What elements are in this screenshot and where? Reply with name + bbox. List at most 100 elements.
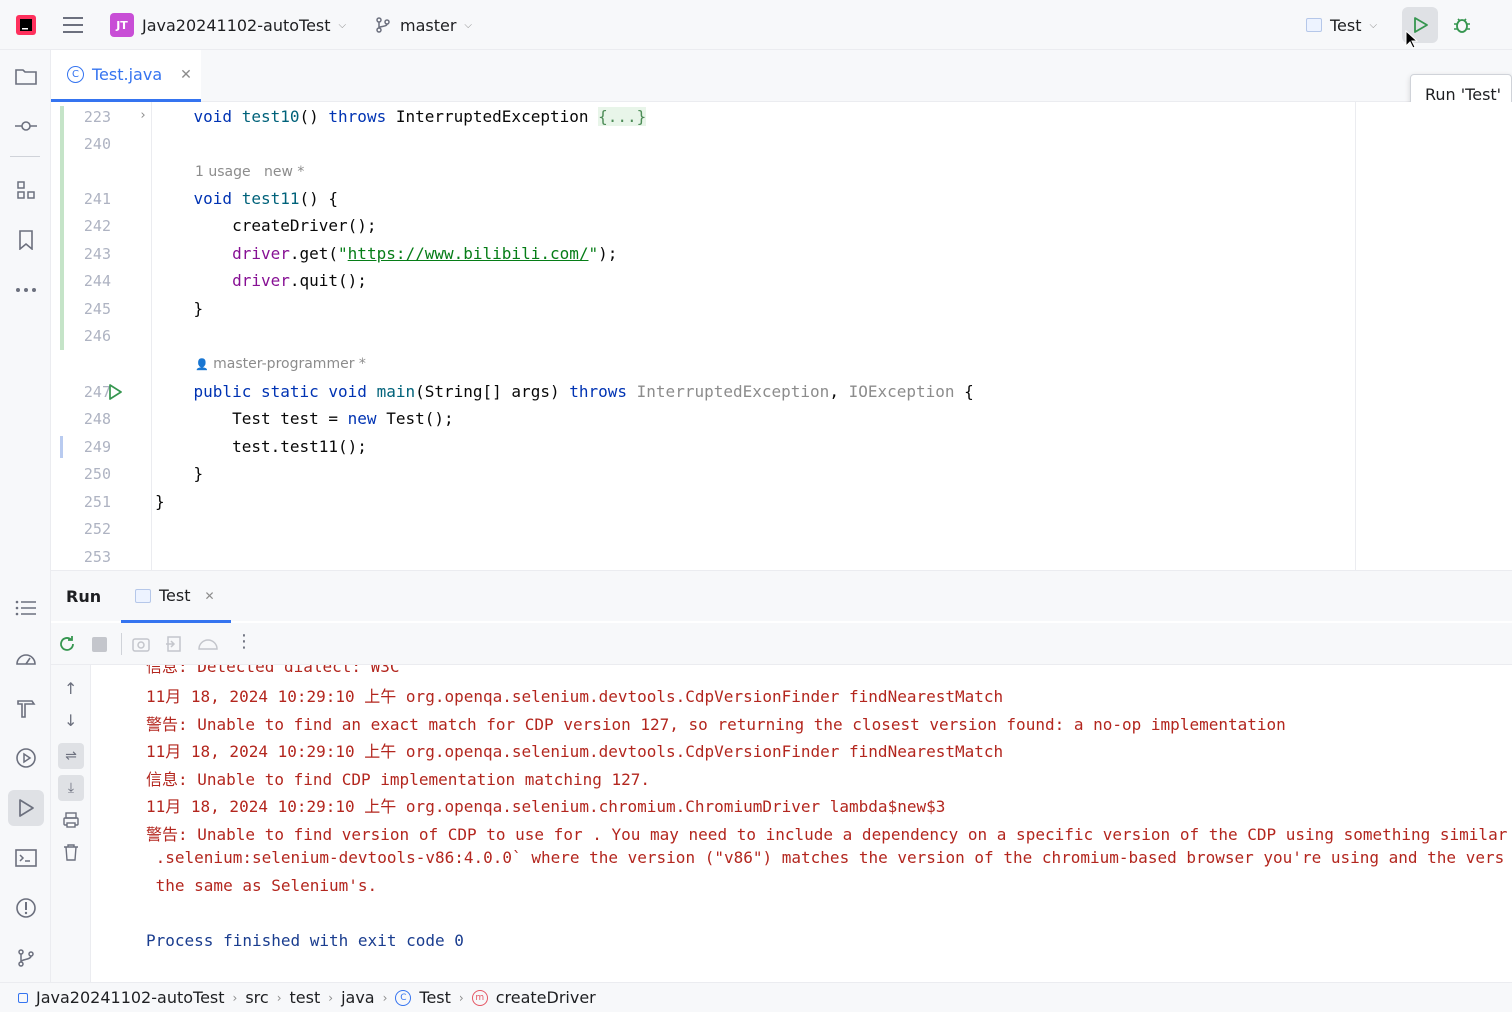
line-number: 247 — [83, 383, 111, 401]
camera-icon[interactable] — [131, 635, 151, 653]
code-vision-hint[interactable]: 1 usage new * — [195, 164, 304, 180]
tool-window-header: Run Test ✕ — [51, 571, 1512, 623]
soft-wrap-icon[interactable]: ⇌ — [58, 743, 84, 769]
console-output[interactable]: 信息: Detected dialect: W3C 11月 18, 2024 1… — [91, 665, 1512, 983]
arrow-up-icon[interactable]: ↑ — [64, 679, 77, 698]
code-line: void test10() throws InterruptedExceptio… — [193, 107, 647, 126]
profiler-gauge-icon[interactable] — [197, 635, 219, 653]
console-line: 警告: Unable to find an exact match for CD… — [146, 715, 1286, 734]
main-menu-icon[interactable] — [60, 0, 86, 50]
console-line: 11月 18, 2024 10:29:10 上午 org.openqa.sele… — [146, 687, 1004, 706]
console-line: 信息: Detected dialect: W3C — [146, 665, 400, 676]
debug-button[interactable] — [1444, 7, 1480, 43]
breadcrumb-separator-icon: › — [276, 990, 282, 1005]
breadcrumb-src[interactable]: src — [245, 988, 268, 1007]
class-icon: C — [395, 989, 412, 1006]
bookmark-icon[interactable] — [8, 222, 44, 258]
close-tab-icon[interactable]: ✕ — [180, 67, 192, 83]
code-vision-author[interactable]: 👤 master-programmer * — [195, 356, 366, 372]
breadcrumb-project[interactable]: Java20241102-autoTest — [36, 988, 225, 1007]
git-icon[interactable] — [8, 940, 44, 976]
fold-chevron-icon[interactable]: › — [139, 108, 147, 123]
terminal-icon[interactable] — [8, 840, 44, 876]
project-folder-icon[interactable] — [8, 58, 44, 94]
breadcrumb-java[interactable]: java — [341, 988, 375, 1007]
run-tab-label: Test — [159, 586, 191, 605]
project-name: Java20241102-autoTest — [142, 15, 331, 35]
export-icon[interactable] — [165, 635, 183, 653]
console-line: the same as Selenium's. — [146, 876, 378, 895]
console-line: 11月 18, 2024 10:29:10 上午 org.openqa.sele… — [146, 797, 946, 816]
chevron-down-icon: ⌵ — [338, 19, 347, 31]
problems-icon[interactable] — [8, 890, 44, 926]
code-line: public static void main(String[] args) t… — [193, 382, 974, 401]
console-line: 警告: Unable to find version of CDP to use… — [146, 825, 1508, 844]
title-bar: JT Java20241102-autoTest ⌵ master ⌵ Test… — [0, 0, 1512, 50]
rerun-icon[interactable] — [57, 634, 77, 654]
more-vertical-icon[interactable]: ⋮ — [235, 631, 253, 652]
more-icon[interactable] — [8, 272, 44, 308]
line-number: 251 — [83, 493, 111, 511]
line-number: 244 — [83, 272, 111, 290]
code-line: } — [155, 299, 204, 318]
arrow-down-icon[interactable]: ↓ — [64, 711, 77, 730]
breadcrumb-separator-icon: › — [458, 990, 464, 1005]
line-number: 223 — [83, 108, 111, 126]
project-selector[interactable]: JT Java20241102-autoTest ⌵ — [110, 0, 346, 50]
tab-run-test[interactable]: Test ✕ — [121, 571, 231, 623]
breadcrumb-test[interactable]: test — [290, 988, 321, 1007]
build-hammer-icon[interactable] — [8, 690, 44, 726]
bug-icon — [1454, 18, 1470, 33]
author-hint: master-programmer * — [213, 356, 366, 372]
commit-icon[interactable] — [8, 108, 44, 144]
code-line: } — [155, 464, 204, 483]
config-icon — [1306, 18, 1322, 32]
mouse-cursor-icon — [1405, 30, 1419, 49]
line-number: 249 — [83, 438, 111, 456]
run-config-selector[interactable]: Test ⌵ — [1306, 0, 1377, 50]
app-logo-icon[interactable] — [14, 0, 38, 50]
code-line: driver.get("https://www.bilibili.com/"); — [232, 244, 618, 263]
profiler-icon[interactable] — [8, 640, 44, 676]
stop-icon[interactable] — [92, 637, 107, 652]
todo-list-icon[interactable] — [8, 590, 44, 626]
breadcrumb-class[interactable]: Test — [419, 988, 451, 1007]
line-number: 245 — [83, 300, 111, 318]
print-icon[interactable] — [62, 811, 80, 829]
run-gutter-icon[interactable] — [107, 384, 123, 400]
line-number: 242 — [83, 217, 111, 235]
project-badge: JT — [110, 13, 134, 37]
editor-tab-bar: C Test.java ✕ — [51, 50, 1512, 102]
tab-test-java[interactable]: C Test.java ✕ — [51, 50, 201, 102]
structure-icon[interactable] — [8, 172, 44, 208]
line-number: 246 — [83, 327, 111, 345]
run-toolbar: ⋮ — [51, 623, 1512, 665]
breadcrumb-method[interactable]: createDriver — [496, 988, 596, 1007]
close-tab-icon[interactable]: ✕ — [205, 589, 215, 603]
chevron-down-icon: ⌵ — [464, 19, 473, 31]
left-tool-strip — [0, 50, 51, 982]
branch-icon — [376, 17, 390, 33]
line-number: 241 — [83, 190, 111, 208]
run-toolwindow-icon[interactable] — [8, 790, 44, 826]
line-number: 248 — [83, 410, 111, 428]
tool-window-title: Run — [66, 587, 102, 606]
code-line: driver.quit(); — [232, 271, 367, 290]
services-icon[interactable] — [8, 740, 44, 776]
config-icon — [135, 588, 151, 603]
chevron-down-icon: ⌵ — [1369, 19, 1378, 31]
code-line: createDriver(); — [155, 216, 377, 235]
url-link[interactable]: https://www.bilibili.com/ — [348, 244, 589, 263]
status-bar: Java20241102-autoTest › src › test › jav… — [0, 982, 1512, 1012]
code-editor[interactable]: 223 › 240 241 242 243 244 245 246 247 24… — [51, 102, 1512, 570]
process-finished-line: Process finished with exit code 0 — [146, 931, 464, 950]
breadcrumb-separator-icon: › — [232, 990, 238, 1005]
breadcrumb-separator-icon: › — [328, 990, 334, 1005]
trash-icon[interactable] — [63, 843, 79, 861]
java-class-icon: C — [67, 66, 84, 83]
scroll-to-end-icon[interactable]: ⤓ — [58, 775, 84, 801]
branch-selector[interactable]: master ⌵ — [374, 0, 472, 50]
console-line: .selenium:selenium-devtools-v86:4.0.0` w… — [146, 848, 1505, 867]
code-line: test.test11(); — [155, 437, 367, 456]
code-line: void test11() { — [193, 189, 339, 208]
